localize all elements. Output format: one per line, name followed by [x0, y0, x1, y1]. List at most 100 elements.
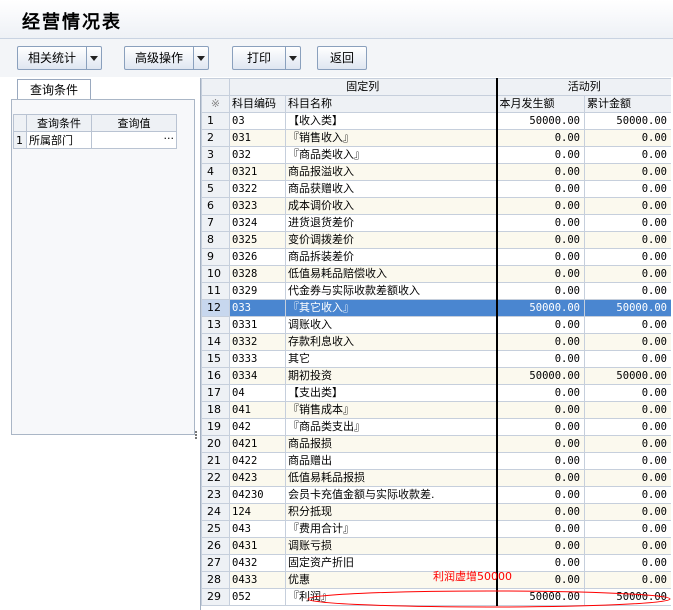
table-row[interactable]: 9 0326 商品拆装差价 0.00 0.00 — [201, 248, 671, 266]
row-number: 18 — [201, 401, 230, 419]
account-code-cell: 04230 — [229, 486, 286, 504]
month-amount-cell: 0.00 — [496, 486, 585, 504]
table-row[interactable]: 7 0324 进货退货差价 0.00 0.00 — [201, 214, 671, 232]
table-row[interactable]: 25 043 『费用合计』 0.00 0.00 — [201, 520, 671, 538]
table-row[interactable]: 1 03 【收入类】 50000.00 50000.00 — [201, 112, 671, 130]
account-code-cell: 0431 — [229, 537, 286, 555]
account-name-cell: 商品报溢收入 — [285, 163, 498, 181]
query-table: 查询条件 查询值 1 所属部门 ··· — [13, 114, 177, 149]
account-code-cell: 0323 — [229, 197, 286, 215]
account-name-cell: 存款利息收入 — [285, 333, 498, 351]
total-amount-cell: 0.00 — [584, 163, 671, 181]
table-row[interactable]: 12 033 『其它收入』 50000.00 50000.00 — [201, 299, 671, 317]
month-amount-cell: 0.00 — [496, 418, 585, 436]
table-row[interactable]: 24 124 积分抵现 0.00 0.00 — [201, 503, 671, 521]
query-header-value: 查询值 — [91, 114, 177, 132]
table-row[interactable]: 10 0328 低值易耗品赔偿收入 0.00 0.00 — [201, 265, 671, 283]
month-amount-cell: 0.00 — [496, 316, 585, 334]
back-label: 返回 — [330, 51, 355, 65]
month-amount-cell: 50000.00 — [496, 367, 585, 385]
table-row[interactable]: 22 0423 低值易耗品报损 0.00 0.00 — [201, 469, 671, 487]
table-row[interactable]: 5 0322 商品获赠收入 0.00 0.00 — [201, 180, 671, 198]
annotation-note: 利润虚增50000 — [433, 570, 512, 583]
page-title: 经营情况表 — [22, 12, 122, 33]
tab-query-conditions[interactable]: 查询条件 — [17, 79, 91, 100]
account-name-cell: 成本调价收入 — [285, 197, 498, 215]
account-name-cell: 【支出类】 — [285, 384, 498, 402]
total-amount-cell: 0.00 — [584, 520, 671, 538]
table-row[interactable]: 15 0333 其它 0.00 0.00 — [201, 350, 671, 368]
table-row[interactable]: 8 0325 变价调拨差价 0.00 0.00 — [201, 231, 671, 249]
query-value-field[interactable]: ··· — [91, 131, 177, 149]
table-row[interactable]: 21 0422 商品赠出 0.00 0.00 — [201, 452, 671, 470]
row-number: 24 — [201, 503, 230, 521]
more-options-icon[interactable]: ··· — [164, 132, 175, 145]
total-amount-cell: 0.00 — [584, 197, 671, 215]
query-row-index: 1 — [13, 131, 27, 149]
month-amount-cell: 0.00 — [496, 350, 585, 368]
chevron-down-icon[interactable] — [86, 47, 101, 69]
table-row[interactable]: 18 041 『销售成本』 0.00 0.00 — [201, 401, 671, 419]
total-amount-cell: 0.00 — [584, 316, 671, 334]
row-number: 12 — [201, 299, 230, 317]
row-number: 20 — [201, 435, 230, 453]
account-name-cell: 『费用合计』 — [285, 520, 498, 538]
advanced-ops-button[interactable]: 高级操作 — [124, 46, 210, 70]
row-number: 13 — [201, 316, 230, 334]
month-amount-cell: 0.00 — [496, 520, 585, 538]
table-row[interactable]: 26 0431 调账亏损 0.00 0.00 — [201, 537, 671, 555]
related-stats-button[interactable]: 相关统计 — [17, 46, 103, 70]
account-name-cell: 『商品类支出』 — [285, 418, 498, 436]
account-code-cell: 0325 — [229, 231, 286, 249]
column-header-code[interactable]: 科目编码 — [229, 95, 286, 113]
month-amount-cell: 0.00 — [496, 180, 585, 198]
account-name-cell: 【收入类】 — [285, 112, 498, 130]
month-amount-cell: 0.00 — [496, 452, 585, 470]
account-name-cell: 『商品类收入』 — [285, 146, 498, 164]
table-row[interactable]: 17 04 【支出类】 0.00 0.00 — [201, 384, 671, 402]
row-number: 25 — [201, 520, 230, 538]
account-code-cell: 0329 — [229, 282, 286, 300]
month-amount-cell: 0.00 — [496, 384, 585, 402]
total-amount-cell: 0.00 — [584, 248, 671, 266]
table-row[interactable]: 4 0321 商品报溢收入 0.00 0.00 — [201, 163, 671, 181]
chevron-down-icon[interactable] — [285, 47, 300, 69]
annotation-ellipse — [307, 590, 671, 608]
query-corner — [13, 114, 27, 132]
row-number: 16 — [201, 367, 230, 385]
table-row[interactable]: 14 0332 存款利息收入 0.00 0.00 — [201, 333, 671, 351]
table-row[interactable]: 3 032 『商品类收入』 0.00 0.00 — [201, 146, 671, 164]
total-amount-cell: 0.00 — [584, 146, 671, 164]
account-code-cell: 04 — [229, 384, 286, 402]
table-row[interactable]: 23 04230 会员卡充值金额与实际收款差. 0.00 0.00 — [201, 486, 671, 504]
table-row[interactable]: 16 0334 期初投资 50000.00 50000.00 — [201, 367, 671, 385]
panel-splitter-handle[interactable] — [195, 430, 199, 442]
account-code-cell: 0433 — [229, 571, 286, 589]
total-amount-cell: 0.00 — [584, 265, 671, 283]
table-row[interactable]: 2 031 『销售收入』 0.00 0.00 — [201, 129, 671, 147]
print-button[interactable]: 打印 — [232, 46, 302, 70]
total-amount-cell: 0.00 — [584, 486, 671, 504]
row-number: 6 — [201, 197, 230, 215]
table-row[interactable]: 11 0329 代金券与实际收款差额收入 0.00 0.00 — [201, 282, 671, 300]
month-amount-cell: 0.00 — [496, 146, 585, 164]
column-header-total-amount[interactable]: 累计金额 — [584, 95, 671, 113]
column-header-month-amount[interactable]: 本月发生额 — [496, 95, 585, 113]
table-row[interactable]: 13 0331 调账收入 0.00 0.00 — [201, 316, 671, 334]
row-number: 21 — [201, 452, 230, 470]
account-code-cell: 041 — [229, 401, 286, 419]
total-amount-cell: 0.00 — [584, 282, 671, 300]
row-number: 23 — [201, 486, 230, 504]
table-row[interactable]: 20 0421 商品报损 0.00 0.00 — [201, 435, 671, 453]
column-header-name[interactable]: 科目名称 — [285, 95, 498, 113]
table-row[interactable]: 6 0323 成本调价收入 0.00 0.00 — [201, 197, 671, 215]
table-row[interactable]: 19 042 『商品类支出』 0.00 0.00 — [201, 418, 671, 436]
back-button[interactable]: 返回 — [317, 46, 368, 70]
month-amount-cell: 0.00 — [496, 231, 585, 249]
row-number: 7 — [201, 214, 230, 232]
report-table: 固定列 活动列 ※ 科目编码 科目名称 本月发生额 累计金额 1 03 【收入类】 5… — [201, 78, 671, 606]
report-grid: 固定列 活动列 ※ 科目编码 科目名称 本月发生额 累计金额 1 03 【收入类】 5… — [200, 78, 671, 610]
account-name-cell: 『其它收入』 — [285, 299, 498, 317]
month-amount-cell: 0.00 — [496, 265, 585, 283]
chevron-down-icon[interactable] — [193, 47, 208, 69]
